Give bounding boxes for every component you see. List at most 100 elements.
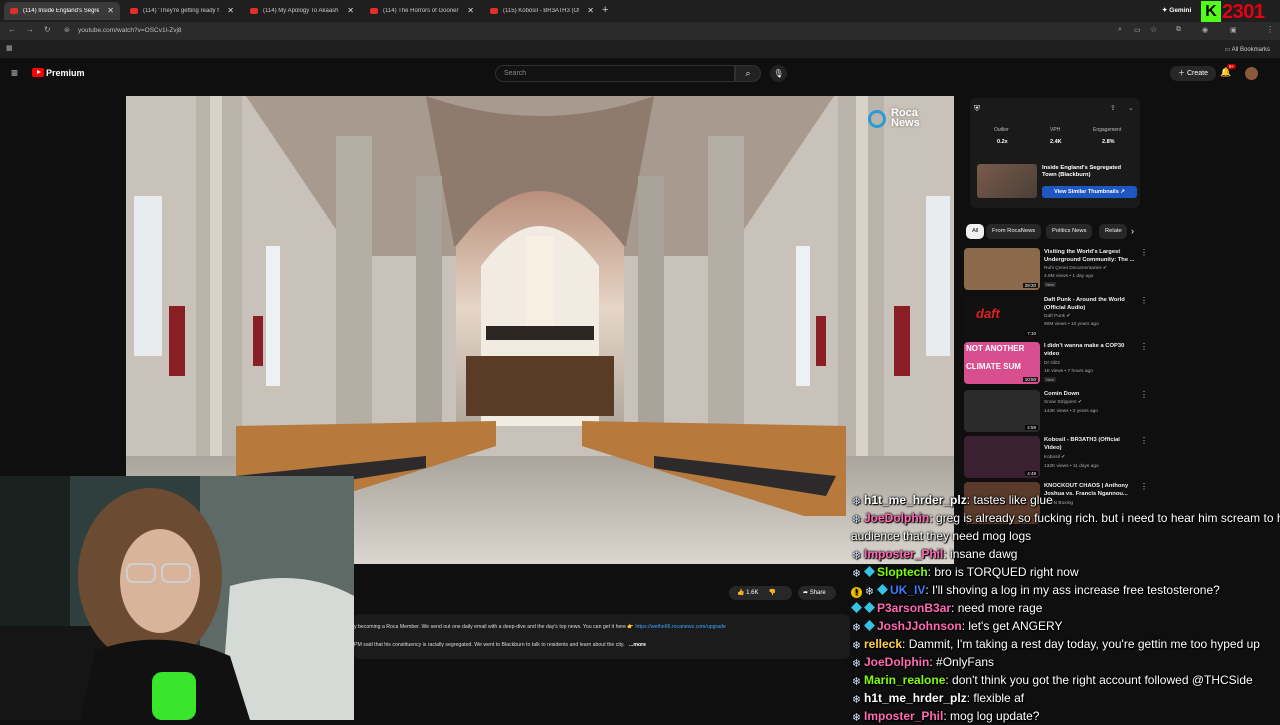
- snowflake-badge-icon: ❄: [851, 496, 862, 508]
- channel-name[interactable]: Dr Glitz: [1044, 361, 1060, 366]
- youtube-premium-logo[interactable]: Premium: [46, 68, 85, 78]
- youtube-logo-icon[interactable]: [32, 68, 44, 77]
- analytics-extension-panel: ⛨ ⇪ ⌄ Outlier 0.2x VPH 2.4K Engagement 2…: [970, 98, 1140, 208]
- channel-watermark: Roca News: [891, 108, 920, 129]
- chat-message: ❄ h1t_me_hrder_plz: tastes like glue: [851, 493, 1053, 508]
- forward-arrow-icon[interactable]: →: [26, 25, 34, 34]
- chat-username[interactable]: h1t_me_hrder_plz: [864, 691, 967, 705]
- video-thumbnail[interactable]: 28:20: [964, 248, 1040, 290]
- more-actions-icon[interactable]: ⋮: [1140, 296, 1148, 305]
- close-tab-icon[interactable]: ✕: [347, 6, 354, 15]
- chevron-right-icon[interactable]: ›: [1131, 226, 1134, 236]
- export-icon[interactable]: ⇪: [1110, 104, 1116, 112]
- video-title[interactable]: Comin Down: [1044, 390, 1139, 398]
- close-tab-icon[interactable]: ✕: [227, 6, 234, 15]
- hamburger-menu-icon[interactable]: ≡: [11, 66, 18, 80]
- chip-related[interactable]: Relate: [1099, 224, 1127, 239]
- share-button[interactable]: ➦ Share: [798, 586, 836, 600]
- show-more-button[interactable]: ...more: [629, 642, 646, 648]
- chip-politics-news[interactable]: Politics News: [1046, 224, 1093, 239]
- video-title[interactable]: Visiting the World's Largest Underground…: [1044, 248, 1139, 264]
- new-tab-button[interactable]: +: [602, 4, 608, 16]
- description-link[interactable]: https://wethe66.rocanews.com/upgrade: [635, 624, 726, 630]
- recommended-video[interactable]: 4:49 Kobosil - BR3ATH3 (Official Video) …: [964, 436, 1149, 480]
- all-bookmarks-button[interactable]: ▭ All Bookmarks: [1225, 46, 1270, 53]
- back-arrow-icon[interactable]: ←: [8, 25, 16, 34]
- chevron-down-icon[interactable]: ⌄: [1128, 104, 1134, 112]
- chat-username[interactable]: JoeDolphin: [864, 655, 929, 669]
- close-tab-icon[interactable]: ✕: [107, 6, 114, 15]
- recommended-video[interactable]: NOT ANOTHER CLIMATE SUM 10:50 I didn't wan…: [964, 342, 1149, 386]
- url-field[interactable]: youtube.com/watch?v=OSCv1l-Zvj8: [78, 27, 182, 34]
- more-actions-icon[interactable]: ⋮: [1140, 482, 1148, 491]
- browser-tab[interactable]: (114) My Apology To Akaash Si ✕: [244, 2, 360, 20]
- chat-username[interactable]: Sloptech: [877, 565, 928, 579]
- channel-name[interactable]: Ruhi Çenet Documentaries ✔: [1044, 266, 1107, 271]
- reload-icon[interactable]: ↻: [44, 25, 51, 34]
- dislike-icon[interactable]: 👎: [768, 590, 775, 596]
- browser-tab[interactable]: (114) The Horrors of Gooner S ✕: [364, 2, 480, 20]
- chat-username[interactable]: JoeDolphin: [864, 511, 929, 525]
- chip-all[interactable]: All: [966, 224, 985, 239]
- chat-username[interactable]: P3arsonB3ar: [877, 601, 951, 615]
- more-actions-icon[interactable]: ⋮: [1140, 248, 1148, 257]
- recommended-video[interactable]: 2:59 Comin Down Snow Strippers ✔ 143K vi…: [964, 390, 1149, 434]
- snowflake-badge-icon: ❄: [851, 676, 862, 688]
- channel-name[interactable]: Snow Strippers ✔: [1044, 400, 1082, 405]
- chat-username[interactable]: UK_IV: [890, 583, 925, 597]
- video-thumbnail[interactable]: daft 7:10: [964, 296, 1040, 338]
- stat-value: 2.8%: [1102, 139, 1115, 145]
- close-tab-icon[interactable]: ✕: [587, 6, 594, 15]
- like-button[interactable]: 👍 1.6K 👎: [729, 586, 792, 600]
- channel-name[interactable]: Daft Punk ✔: [1044, 314, 1070, 319]
- chip-from-channel[interactable]: From RocaNews: [986, 224, 1042, 239]
- snowflake-badge-icon: ❄: [851, 712, 862, 724]
- browser-tab[interactable]: (115) Kobosil - BR3ATH3 (Offici ✕: [484, 2, 600, 20]
- youtube-favicon-icon: [490, 8, 498, 14]
- browser-tab[interactable]: (114) Inside England's Segregated ✕: [4, 2, 120, 20]
- video-title[interactable]: Daft Punk - Around the World (Official A…: [1044, 296, 1139, 312]
- video-thumbnail[interactable]: 4:49: [964, 436, 1040, 478]
- site-info-icon[interactable]: ⊜: [64, 26, 70, 34]
- chat-username[interactable]: JoshJJohnson: [877, 619, 962, 633]
- chat-username[interactable]: Marin_realone: [864, 673, 945, 687]
- video-thumbnail[interactable]: 2:59: [964, 390, 1040, 432]
- stream-chat: ❄ h1t_me_hrder_plz: tastes like glue ❄ Joe…: [849, 492, 1280, 724]
- channel-name[interactable]: Kobosil ✔: [1044, 455, 1065, 460]
- apps-grid-icon[interactable]: ▦: [6, 44, 13, 52]
- browser-tab[interactable]: (114) 'They're getting ready for ✕: [124, 2, 240, 20]
- youtube-favicon-icon: [10, 8, 18, 14]
- zoom-icon[interactable]: ⌕: [1118, 26, 1122, 34]
- create-button[interactable]: ＋ Create: [1170, 66, 1216, 81]
- gemini-button[interactable]: ✦ Gemini: [1162, 6, 1191, 14]
- recommended-video[interactable]: daft 7:10 Daft Punk - Around the World (O…: [964, 296, 1149, 340]
- chat-text: bro is TORQUED right now: [934, 565, 1079, 579]
- cast-icon[interactable]: ▭: [1134, 26, 1141, 34]
- view-similar-thumbnails-button[interactable]: View Similar Thumbnails ↗: [1042, 186, 1137, 198]
- more-actions-icon[interactable]: ⋮: [1140, 436, 1148, 445]
- video-title[interactable]: I didn't wanna make a COP30 video: [1044, 342, 1139, 358]
- chat-username[interactable]: Imposter_Phil: [864, 709, 943, 723]
- menu-dots-icon[interactable]: ⋮: [1266, 25, 1274, 34]
- close-tab-icon[interactable]: ✕: [467, 6, 474, 15]
- more-actions-icon[interactable]: ⋮: [1140, 342, 1148, 351]
- recommended-video[interactable]: 28:20 Visiting the World's Largest Under…: [964, 248, 1149, 292]
- chat-message: ❄ JoshJJohnson: let's get ANGERY: [851, 619, 1063, 634]
- search-icon[interactable]: ⌕: [735, 65, 761, 82]
- account-avatar[interactable]: [1245, 67, 1258, 80]
- more-actions-icon[interactable]: ⋮: [1140, 390, 1148, 399]
- bookmark-star-icon[interactable]: ☆: [1150, 25, 1157, 34]
- roca-logo-icon: [868, 110, 886, 128]
- chat-message: ❄ h1t_me_hrder_plz: flexible af: [851, 691, 1025, 706]
- chat-username[interactable]: Imposter_Phil: [864, 547, 943, 561]
- profile-icon[interactable]: ◉: [1202, 26, 1208, 34]
- chat-username[interactable]: relleck: [864, 637, 902, 651]
- video-description[interactable]: y becoming a Roca Member. We send out on…: [354, 614, 850, 659]
- extension-icon[interactable]: ▣: [1230, 26, 1237, 34]
- microphone-icon[interactable]: 🎙: [770, 65, 787, 82]
- video-thumbnail[interactable]: NOT ANOTHER CLIMATE SUM 10:50: [964, 342, 1040, 384]
- extensions-icon[interactable]: ⧉: [1176, 26, 1181, 34]
- search-input[interactable]: Search: [495, 65, 735, 82]
- chat-username[interactable]: h1t_me_hrder_plz: [864, 493, 967, 507]
- video-title[interactable]: Kobosil - BR3ATH3 (Official Video): [1044, 436, 1139, 452]
